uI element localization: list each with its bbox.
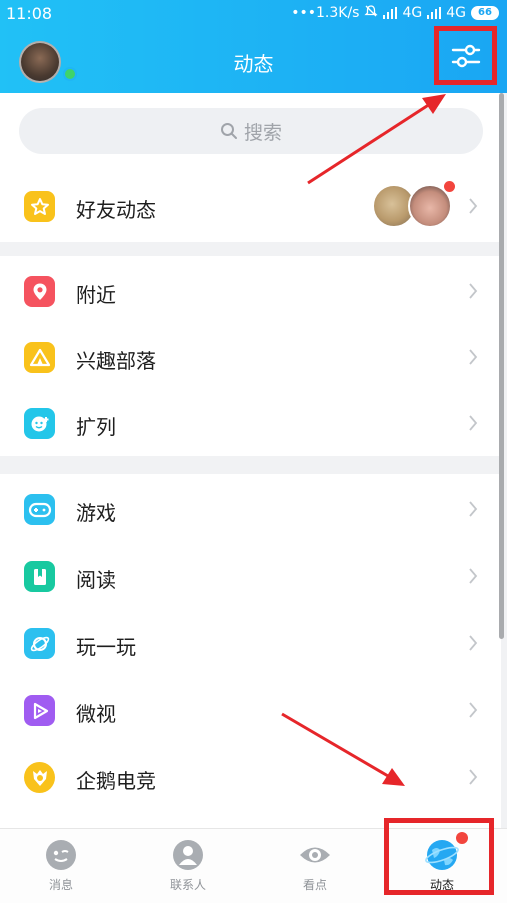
signal-icon [383,7,398,19]
star-icon [24,191,55,222]
sliders-icon [451,44,480,67]
chevron-right-icon [469,198,478,214]
chevron-right-icon [469,769,478,785]
signal-label-2: 4G [446,5,466,21]
gamepad-icon [24,494,55,525]
section-discover: 附近 兴趣部落 扩列 [0,256,501,456]
location-icon [24,276,55,307]
chevron-right-icon [469,415,478,431]
menu-item-label: 企鹅电竞 [76,769,156,793]
tab-label: 看点 [302,878,327,892]
tab-messages[interactable]: 消息 [6,829,116,903]
menu-item-nearby[interactable]: 附近 [0,258,501,324]
book-icon [24,561,55,592]
menu-item-weishi[interactable]: 微视 [0,677,501,743]
tab-contacts[interactable]: 联系人 [133,829,243,903]
tent-icon [24,342,55,373]
menu-item-label: 附近 [76,283,116,307]
menu-item-reading[interactable]: 阅读 [0,543,501,609]
signal-icon-2 [427,7,442,19]
contacts-icon [173,840,203,870]
planet-icon [24,628,55,659]
chevron-right-icon [469,283,478,299]
eye-icon [300,847,330,863]
message-icon [46,840,76,870]
section-entertainment: 游戏 阅读 玩一玩 微视 企鹅电竞 [0,474,501,828]
menu-item-label: 游戏 [76,501,116,525]
menu-item-esports[interactable]: 企鹅电竞 [0,744,501,810]
battery-indicator: 66 [471,6,499,20]
signal-label-1: 4G [402,5,423,21]
menu-item-expand-list[interactable]: 扩列 [0,390,501,456]
esports-icon [24,762,55,793]
play-icon [24,695,55,726]
friend-avatars [372,181,457,230]
chevron-right-icon [469,568,478,584]
network-speed: •••1.3K/s [291,5,360,21]
menu-item-label: 扩列 [76,415,116,439]
menu-item-label: 玩一玩 [76,635,136,659]
chevron-right-icon [469,501,478,517]
status-bar: 11:08 •••1.3K/s 4G 4G 66 [0,0,507,26]
menu-item-label: 兴趣部落 [76,349,156,373]
search-icon [220,123,237,139]
status-time: 11:08 [6,4,53,23]
menu-item-label: 好友动态 [76,198,156,222]
tab-label: 消息 [48,878,73,892]
mute-icon [364,4,379,22]
scrollbar[interactable] [499,93,504,639]
tab-label: 联系人 [169,878,206,892]
annotation-arrow-top [307,94,446,185]
app-header: 11:08 •••1.3K/s 4G 4G 66 动态 [0,0,507,93]
menu-item-label: 阅读 [76,568,116,592]
chevron-right-icon [469,702,478,718]
annotation-arrow-bottom [281,712,405,786]
menu-item-play[interactable]: 玩一玩 [0,610,501,676]
chevron-right-icon [469,349,478,365]
menu-item-interest-tribe[interactable]: 兴趣部落 [0,324,501,390]
filter-settings-button[interactable] [434,26,497,85]
page-title: 动态 [233,52,274,76]
smile-icon [24,408,55,439]
chevron-right-icon [469,635,478,651]
menu-item-games[interactable]: 游戏 [0,476,501,542]
menu-item-label: 微视 [76,702,116,726]
status-right: •••1.3K/s 4G 4G 66 [291,4,499,22]
search-placeholder: 搜索 [243,121,282,144]
annotation-highlight-box [384,818,494,895]
tab-kandian[interactable]: 看点 [260,829,370,903]
